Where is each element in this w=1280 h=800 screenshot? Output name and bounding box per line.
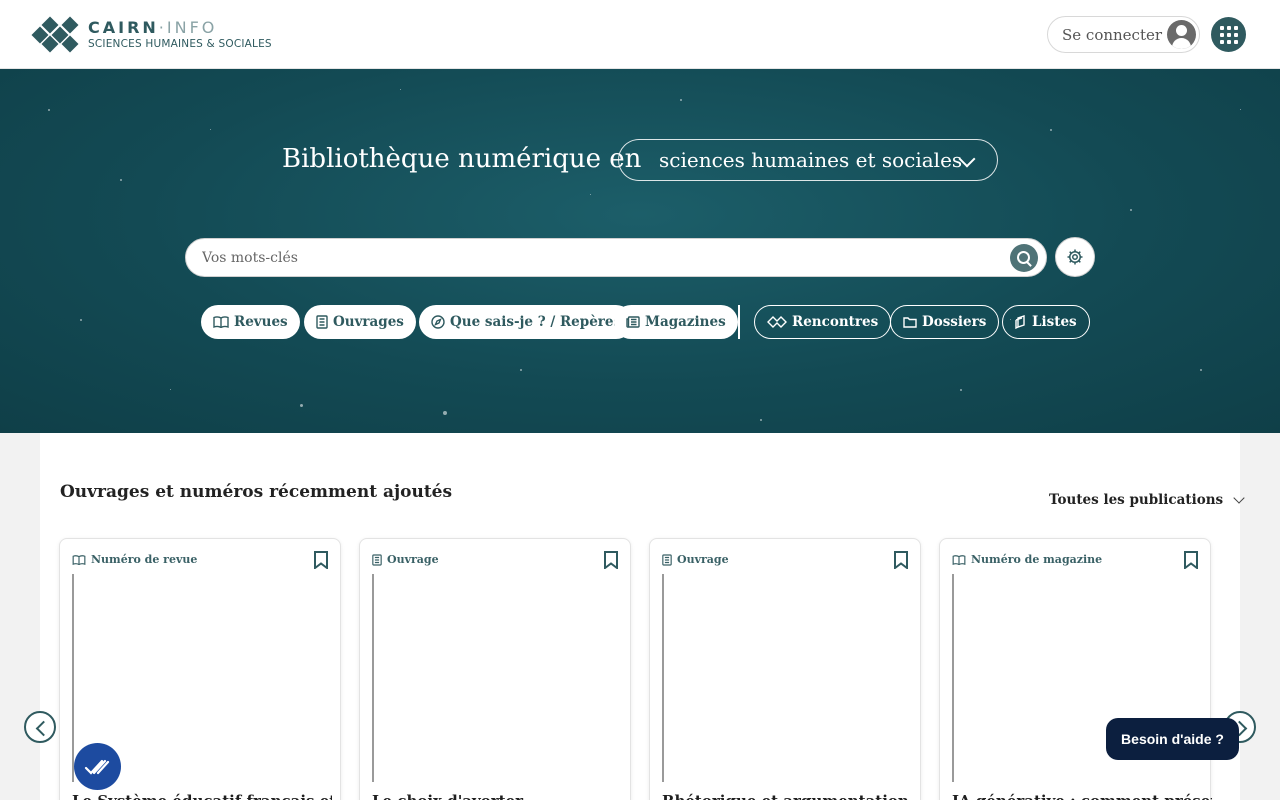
chip-label: Dossiers	[922, 314, 987, 330]
book-icon	[316, 315, 328, 329]
logo-title-suffix: ·INFO	[158, 18, 218, 37]
folder-icon	[903, 316, 917, 328]
discipline-selected: sciences humaines et sociales	[659, 148, 963, 172]
bookmark-icon[interactable]	[604, 551, 618, 569]
hero-search-banner: Bibliothèque numérique en sciences humai…	[0, 69, 1280, 433]
hero-title: Bibliothèque numérique en	[282, 144, 642, 174]
card-type: Numéro de magazine	[971, 553, 1103, 566]
bookmark-icon[interactable]	[894, 551, 908, 569]
discipline-select[interactable]: sciences humaines et sociales	[618, 139, 998, 181]
search-input[interactable]	[202, 247, 1002, 269]
chip-label: Que sais-je ? / Repères	[450, 314, 622, 330]
search-bar	[185, 238, 1047, 277]
card-title[interactable]: Rhétorique et argumentation	[662, 792, 922, 800]
publication-card[interactable]: Ouvrage Rhétorique et argumentation	[649, 538, 921, 800]
chip-label: Ouvrages	[333, 314, 404, 330]
filter-label: Toutes les publications	[1049, 492, 1224, 508]
card-title[interactable]: Le choix d'avorter	[372, 792, 632, 800]
logo-diamonds-icon	[31, 16, 82, 53]
carousel-prev-button[interactable]	[24, 711, 56, 743]
chip-listes[interactable]: Listes	[1002, 305, 1090, 339]
publication-card[interactable]: Ouvrage Le choix d'avorter	[359, 538, 631, 800]
chip-label: Listes	[1032, 314, 1077, 330]
help-button[interactable]: Besoin d'aide ?	[1106, 718, 1239, 760]
open-book-icon	[72, 554, 86, 565]
chip-dossiers[interactable]: Dossiers	[890, 305, 1000, 339]
cover-placeholder	[72, 574, 74, 782]
section-title: Ouvrages et numéros récemment ajoutés	[60, 482, 453, 502]
gear-icon	[1067, 249, 1083, 265]
chip-label: Rencontres	[792, 314, 879, 330]
chip-ouvrages[interactable]: Ouvrages	[304, 305, 416, 339]
compass-icon	[431, 315, 445, 329]
chip-separator	[738, 305, 740, 339]
book-icon	[662, 553, 672, 566]
cover-placeholder	[372, 574, 374, 782]
login-label: Se connecter	[1062, 25, 1163, 44]
chip-rencontres[interactable]: Rencontres	[754, 305, 892, 339]
publication-card[interactable]: Numéro de magazine IA générative : comme…	[939, 538, 1212, 800]
newspaper-icon	[626, 316, 640, 328]
chip-label: Magazines	[645, 314, 726, 330]
search-icon[interactable]	[1010, 244, 1038, 272]
open-book-icon	[952, 554, 966, 565]
card-type: Numéro de revue	[91, 553, 198, 566]
chip-label: Revues	[234, 314, 288, 330]
accessibility-icon	[84, 759, 109, 775]
apps-grid-button[interactable]	[1211, 17, 1246, 52]
book-icon	[372, 553, 382, 566]
login-button[interactable]: Se connecter	[1047, 16, 1200, 53]
card-type: Ouvrage	[677, 553, 729, 566]
publication-filter-dropdown[interactable]: Toutes les publications	[1049, 492, 1245, 508]
chevron-down-icon	[1233, 492, 1245, 504]
card-title[interactable]: IA générative : comment préserver	[952, 792, 1212, 800]
bookmark-icon[interactable]	[314, 551, 328, 569]
stack-icon	[1015, 315, 1027, 329]
logo-subtitle: SCIENCES HUMAINES & SOCIALES	[88, 38, 272, 50]
site-header: CAIRN·INFO SCIENCES HUMAINES & SOCIALES …	[0, 0, 1280, 69]
bookmark-icon[interactable]	[1184, 551, 1198, 569]
chip-que-sais-je[interactable]: Que sais-je ? / Repères	[419, 305, 634, 339]
chip-magazines[interactable]: Magazines	[614, 305, 738, 339]
chip-revues[interactable]: Revues	[201, 305, 300, 339]
user-avatar-icon	[1167, 20, 1196, 49]
card-type: Ouvrage	[387, 553, 439, 566]
accessibility-button[interactable]	[74, 743, 121, 790]
cover-placeholder	[662, 574, 664, 782]
handshake-icon	[767, 315, 787, 329]
cover-placeholder	[952, 574, 954, 782]
advanced-search-button[interactable]	[1055, 237, 1095, 277]
logo-title: CAIRN	[88, 18, 159, 37]
card-title[interactable]: Le Système éducatif français et son	[72, 792, 332, 800]
open-book-icon	[213, 316, 229, 328]
cairn-logo[interactable]: CAIRN·INFO SCIENCES HUMAINES & SOCIALES	[31, 16, 272, 53]
